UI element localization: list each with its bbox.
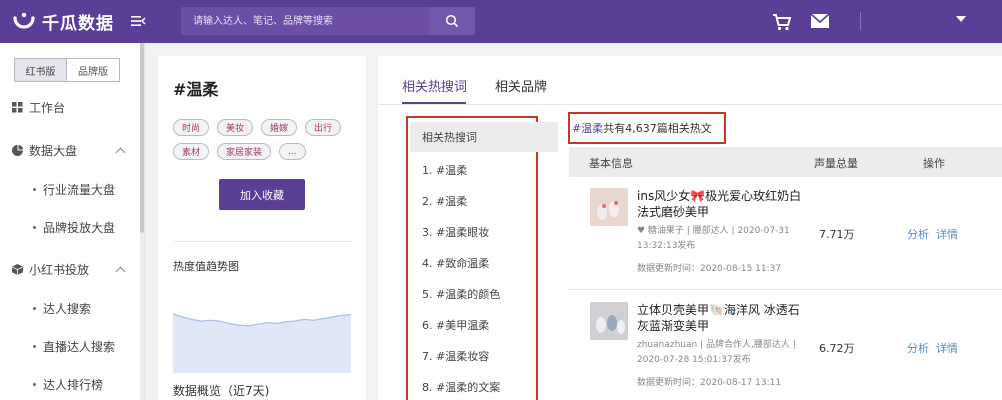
result-summary: 共有4,637篇相关热文: [603, 122, 712, 135]
search-input[interactable]: [181, 7, 429, 35]
topic-tag-more[interactable]: ...: [279, 143, 306, 160]
data-overview-title: 数据概览（近7天): [173, 384, 270, 398]
sidebar-item-industry-traffic[interactable]: 行业流量大盘: [33, 181, 115, 198]
hot-search-list-header: 相关热搜词: [410, 122, 558, 152]
details-link[interactable]: 详情: [936, 226, 958, 242]
card-divider: [173, 241, 351, 242]
sidebar-item-label: 数据大盘: [29, 144, 78, 158]
global-search: [181, 7, 475, 35]
heat-trend-chart: [173, 313, 351, 373]
sidebar-item-kol-search[interactable]: 达人搜索: [33, 300, 91, 317]
menu-toggle-icon[interactable]: [130, 13, 146, 29]
list-item[interactable]: 8. #温柔的文案: [422, 379, 500, 395]
note-meta: zhuanazhuan | 品牌合作人,腰部达人 | 2020-07-28 15…: [637, 340, 796, 365]
topic-tag[interactable]: 出行: [305, 119, 342, 136]
tab-related-hot-searches[interactable]: 相关热搜词: [402, 76, 467, 95]
note-volume: 7.71万: [819, 228, 855, 241]
topic-tag[interactable]: 美妆: [217, 119, 254, 136]
note-title[interactable]: ins风少女🎀极光爱心玫红奶白法式磨砂美甲: [637, 188, 807, 220]
sidebar-item-kol-ranking[interactable]: 达人排行榜: [33, 376, 103, 393]
list-item[interactable]: 1. #温柔: [422, 162, 467, 178]
result-keyword[interactable]: #温柔: [572, 120, 603, 136]
results-table-header: 基本信息 声量总量 操作: [569, 147, 1002, 177]
version-switch: 红书版 品牌版: [14, 58, 120, 82]
sidebar: 红书版 品牌版 工作台 数据大盘 行业流量大盘 品牌投放大盘 小红书投放 达人搜…: [0, 43, 145, 400]
list-item[interactable]: 5. #温柔的颜色: [422, 286, 500, 302]
sidebar-item-workbench[interactable]: 工作台: [12, 99, 65, 116]
column-header-volume: 声量总量: [814, 157, 858, 170]
tab-related-brands[interactable]: 相关品牌: [495, 76, 547, 95]
add-favorite-button[interactable]: 加入收藏: [219, 179, 305, 210]
topic-tag[interactable]: 家居家装: [217, 143, 272, 160]
list-item[interactable]: 3. #温柔眼妆: [422, 224, 489, 240]
sidebar-item-redbook-placement[interactable]: 小红书投放: [12, 261, 89, 278]
analyze-link[interactable]: 分析: [907, 226, 929, 242]
search-button[interactable]: [429, 7, 475, 35]
sidebar-item-brand-placement[interactable]: 品牌投放大盘: [33, 219, 115, 236]
topic-tag[interactable]: 素材: [173, 143, 210, 160]
tab-bar: 相关热搜词 相关品牌: [378, 56, 1002, 105]
box-icon: [12, 264, 23, 275]
heat-trend-area: [173, 313, 351, 373]
version-brand[interactable]: 品牌版: [67, 58, 120, 82]
brand-name: 千瓜数据: [42, 14, 114, 34]
cart-icon[interactable]: [772, 12, 792, 32]
sidebar-scrollbar-thumb[interactable]: [140, 43, 144, 233]
hot-search-list: 相关热搜词 1. #温柔 2. #温柔 3. #温柔眼妆 4. #致命温柔 5.…: [406, 116, 558, 400]
sidebar-item-data-dashboard[interactable]: 数据大盘: [12, 142, 77, 159]
list-item[interactable]: 7. #温柔妆容: [422, 348, 489, 364]
column-header-basic-info: 基本信息: [589, 157, 633, 170]
details-link[interactable]: 详情: [936, 340, 958, 356]
melon-logo-icon: [13, 12, 35, 29]
table-row: ins风少女🎀极光爱心玫红奶白法式磨砂美甲 ♥ 糖油果子 | 腰部达人 | 20…: [569, 181, 1002, 291]
header-divider: [860, 12, 861, 30]
search-icon: [445, 14, 459, 28]
note-thumbnail[interactable]: [590, 188, 628, 226]
heat-trend-title: 热度值趋势图: [173, 260, 239, 273]
topic-title: #温柔: [173, 80, 219, 99]
table-row: 立体贝壳美甲🐚海洋风 冰透石灰蓝渐变美甲 zhuanazhuan | 品牌合作人…: [569, 295, 1002, 400]
note-thumbnail[interactable]: [590, 302, 628, 340]
chevron-up-icon[interactable]: [115, 147, 126, 158]
list-item[interactable]: 6. #美甲温柔: [422, 317, 489, 333]
sidebar-item-label: 小红书投放: [29, 263, 90, 277]
topic-tag[interactable]: 婚嫁: [261, 119, 298, 136]
version-redbook[interactable]: 红书版: [14, 58, 67, 82]
result-count: #温柔 共有4,637篇相关热文: [568, 112, 726, 144]
topic-tag[interactable]: 时尚: [173, 119, 210, 136]
row-divider: [569, 289, 1002, 290]
grid-icon: [12, 102, 23, 113]
list-item[interactable]: 4. #致命温柔: [422, 255, 489, 271]
note-update-time: 数据更新时间：2020-08-15 11:37: [637, 264, 782, 274]
analyze-link[interactable]: 分析: [907, 340, 929, 356]
top-bar: 千瓜数据: [0, 0, 1002, 43]
sidebar-item-live-kol-search[interactable]: 直播达人搜索: [33, 338, 115, 355]
pie-chart-icon: [12, 145, 23, 156]
topic-card: #温柔 时尚 美妆 婚嫁 出行 素材 家居家装 ... 加入收藏 热度值趋势图 …: [158, 56, 366, 400]
note-volume: 6.72万: [819, 342, 855, 355]
user-dropdown-caret-icon[interactable]: [956, 16, 966, 22]
active-tab-indicator: [402, 102, 466, 104]
list-item[interactable]: 2. #温柔: [422, 193, 467, 209]
chevron-up-icon[interactable]: [115, 266, 126, 277]
mail-icon[interactable]: [811, 14, 829, 28]
note-update-time: 数据更新时间：2020-08-17 13:11: [637, 378, 782, 388]
brand-logo[interactable]: 千瓜数据: [12, 9, 114, 34]
note-title[interactable]: 立体贝壳美甲🐚海洋风 冰透石灰蓝渐变美甲: [637, 302, 807, 334]
column-header-actions: 操作: [923, 157, 945, 170]
main-panel: 相关热搜词 相关品牌 相关热搜词 1. #温柔 2. #温柔 3. #温柔眼妆 …: [378, 56, 1002, 400]
sidebar-item-label: 工作台: [29, 101, 66, 115]
note-meta: ♥ 糖油果子 | 腰部达人 | 2020-07-31 13:32:13发布: [637, 226, 790, 251]
